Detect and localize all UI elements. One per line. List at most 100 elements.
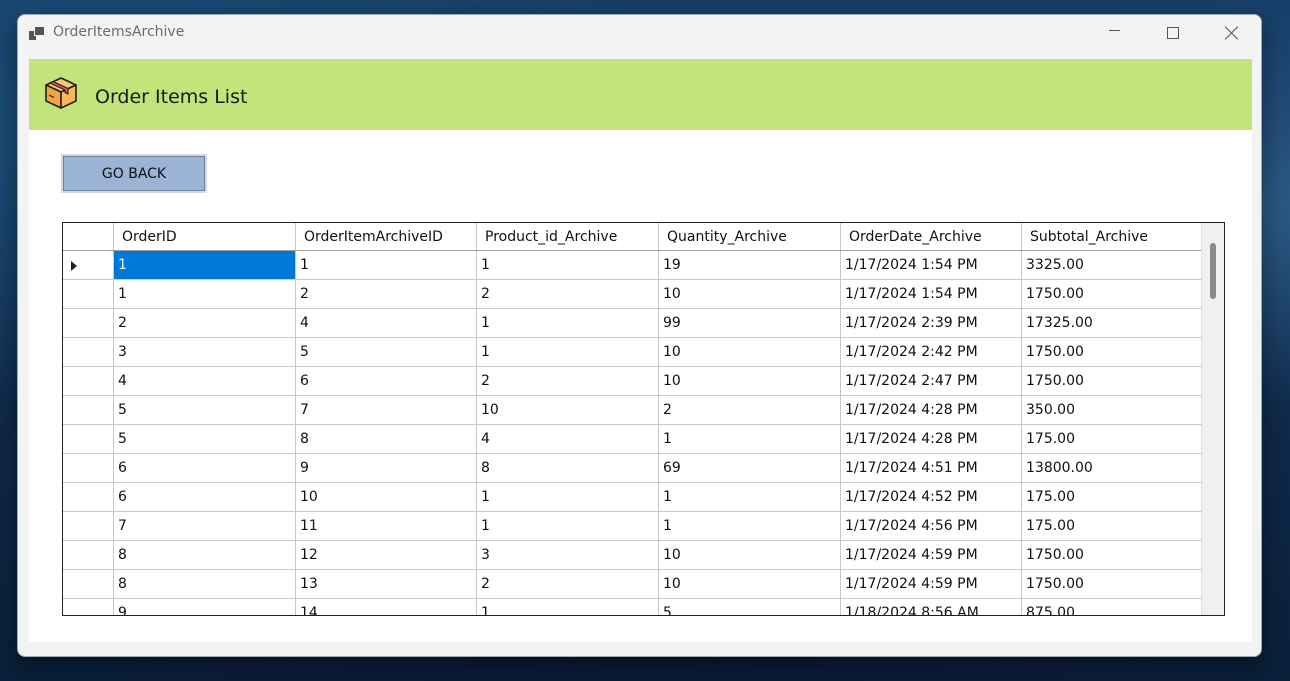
- table-row[interactable]: 8 12 3 10 1/17/2024 4:59 PM 1750.00: [63, 540, 1204, 570]
- table-cell[interactable]: 5: [658, 598, 841, 615]
- table-row[interactable]: 5 8 4 1 1/17/2024 4:28 PM 175.00: [63, 424, 1204, 454]
- table-cell[interactable]: 4: [113, 366, 296, 396]
- table-cell[interactable]: 13: [295, 569, 477, 599]
- table-cell[interactable]: 7: [113, 511, 296, 541]
- table-cell[interactable]: 3: [476, 540, 659, 570]
- table-cell[interactable]: 3325.00: [1021, 250, 1204, 280]
- row-header[interactable]: [63, 598, 114, 615]
- table-cell[interactable]: 1: [658, 424, 841, 454]
- table-cell[interactable]: 10: [476, 395, 659, 425]
- table-row[interactable]: 1 2 2 10 1/17/2024 1:54 PM 1750.00: [63, 279, 1204, 309]
- close-button[interactable]: [1203, 15, 1261, 51]
- maximize-button[interactable]: [1144, 15, 1202, 51]
- row-header[interactable]: [63, 540, 114, 570]
- scrollbar-thumb[interactable]: [1210, 243, 1216, 299]
- go-back-button[interactable]: GO BACK: [61, 154, 207, 193]
- table-cell[interactable]: 1/17/2024 1:54 PM: [840, 250, 1022, 280]
- table-cell[interactable]: 1: [476, 482, 659, 512]
- table-cell[interactable]: 17325.00: [1021, 308, 1204, 338]
- row-header[interactable]: [63, 366, 114, 396]
- table-cell[interactable]: 6: [113, 453, 296, 483]
- row-header[interactable]: [63, 395, 114, 425]
- table-cell[interactable]: 4: [476, 424, 659, 454]
- table-cell[interactable]: 13800.00: [1021, 453, 1204, 483]
- table-cell[interactable]: 69: [658, 453, 841, 483]
- table-cell[interactable]: 1750.00: [1021, 366, 1204, 396]
- table-cell[interactable]: 5: [295, 337, 477, 367]
- row-header[interactable]: [63, 482, 114, 512]
- table-row[interactable]: 6 9 8 69 1/17/2024 4:51 PM 13800.00: [63, 453, 1204, 483]
- table-cell[interactable]: 1: [476, 511, 659, 541]
- table-cell[interactable]: 1: [476, 308, 659, 338]
- row-header[interactable]: [63, 308, 114, 338]
- table-row[interactable]: 7 11 1 1 1/17/2024 4:56 PM 175.00: [63, 511, 1204, 541]
- table-cell[interactable]: 10: [658, 569, 841, 599]
- order-items-grid[interactable]: OrderID OrderItemArchiveID Product_id_Ar…: [62, 222, 1225, 616]
- row-header[interactable]: [63, 250, 114, 280]
- table-cell[interactable]: 11: [295, 511, 477, 541]
- table-cell[interactable]: 3: [113, 337, 296, 367]
- table-cell[interactable]: 1: [658, 482, 841, 512]
- table-cell[interactable]: 9: [295, 453, 477, 483]
- table-cell[interactable]: 12: [295, 540, 477, 570]
- row-header[interactable]: [63, 569, 114, 599]
- table-cell[interactable]: 8: [113, 540, 296, 570]
- table-cell[interactable]: 1/18/2024 8:56 AM: [840, 598, 1022, 615]
- table-cell[interactable]: 1750.00: [1021, 540, 1204, 570]
- column-header-orderitemarchiveid[interactable]: OrderItemArchiveID: [295, 223, 477, 251]
- minimize-button[interactable]: [1085, 15, 1143, 51]
- table-cell[interactable]: 175.00: [1021, 511, 1204, 541]
- table-cell[interactable]: 2: [113, 308, 296, 338]
- table-cell[interactable]: 10: [658, 366, 841, 396]
- table-row[interactable]: 4 6 2 10 1/17/2024 2:47 PM 1750.00: [63, 366, 1204, 396]
- table-cell[interactable]: 9: [113, 598, 296, 615]
- table-row[interactable]: 8 13 2 10 1/17/2024 4:59 PM 1750.00: [63, 569, 1204, 599]
- row-header[interactable]: [63, 337, 114, 367]
- table-cell[interactable]: 10: [658, 540, 841, 570]
- table-cell[interactable]: 1/17/2024 4:59 PM: [840, 569, 1022, 599]
- table-cell[interactable]: 5: [113, 395, 296, 425]
- column-header-subtotal-archive[interactable]: Subtotal_Archive: [1021, 223, 1204, 251]
- table-row[interactable]: 6 10 1 1 1/17/2024 4:52 PM 175.00: [63, 482, 1204, 512]
- column-header-product-id-archive[interactable]: Product_id_Archive: [476, 223, 659, 251]
- table-cell[interactable]: 6: [295, 366, 477, 396]
- table-cell[interactable]: 2: [658, 395, 841, 425]
- column-header-quantity-archive[interactable]: Quantity_Archive: [658, 223, 841, 251]
- table-cell[interactable]: 1/17/2024 2:47 PM: [840, 366, 1022, 396]
- title-bar[interactable]: OrderItemsArchive: [18, 15, 1261, 51]
- table-cell[interactable]: 8: [113, 569, 296, 599]
- table-cell[interactable]: 1/17/2024 4:51 PM: [840, 453, 1022, 483]
- table-cell[interactable]: 1: [476, 598, 659, 615]
- table-row[interactable]: 2 4 1 99 1/17/2024 2:39 PM 17325.00: [63, 308, 1204, 338]
- table-cell[interactable]: 2: [476, 569, 659, 599]
- table-cell[interactable]: 1: [658, 511, 841, 541]
- table-cell[interactable]: 5: [113, 424, 296, 454]
- table-row[interactable]: 3 5 1 10 1/17/2024 2:42 PM 1750.00: [63, 337, 1204, 367]
- row-header[interactable]: [63, 453, 114, 483]
- table-cell[interactable]: 1: [476, 337, 659, 367]
- table-cell[interactable]: 1/17/2024 4:52 PM: [840, 482, 1022, 512]
- table-cell[interactable]: 1750.00: [1021, 337, 1204, 367]
- row-header[interactable]: [63, 424, 114, 454]
- table-cell[interactable]: 99: [658, 308, 841, 338]
- table-cell[interactable]: 1750.00: [1021, 569, 1204, 599]
- table-cell[interactable]: 1/17/2024 4:59 PM: [840, 540, 1022, 570]
- table-cell[interactable]: 8: [476, 453, 659, 483]
- table-row[interactable]: 9 14 1 5 1/18/2024 8:56 AM 875.00: [63, 598, 1204, 615]
- table-cell[interactable]: 2: [295, 279, 477, 309]
- table-cell[interactable]: 350.00: [1021, 395, 1204, 425]
- table-cell[interactable]: 175.00: [1021, 482, 1204, 512]
- table-cell[interactable]: 1/17/2024 2:42 PM: [840, 337, 1022, 367]
- table-cell[interactable]: 1: [113, 250, 296, 280]
- vertical-scrollbar[interactable]: [1201, 223, 1224, 615]
- table-cell[interactable]: 1: [113, 279, 296, 309]
- table-cell[interactable]: 1/17/2024 4:28 PM: [840, 424, 1022, 454]
- table-cell[interactable]: 14: [295, 598, 477, 615]
- table-row[interactable]: 1 1 1 19 1/17/2024 1:54 PM 3325.00: [63, 250, 1204, 280]
- table-cell[interactable]: 1750.00: [1021, 279, 1204, 309]
- row-header[interactable]: [63, 511, 114, 541]
- table-cell[interactable]: 8: [295, 424, 477, 454]
- table-cell[interactable]: 1/17/2024 4:28 PM: [840, 395, 1022, 425]
- table-cell[interactable]: 19: [658, 250, 841, 280]
- table-cell[interactable]: 1/17/2024 1:54 PM: [840, 279, 1022, 309]
